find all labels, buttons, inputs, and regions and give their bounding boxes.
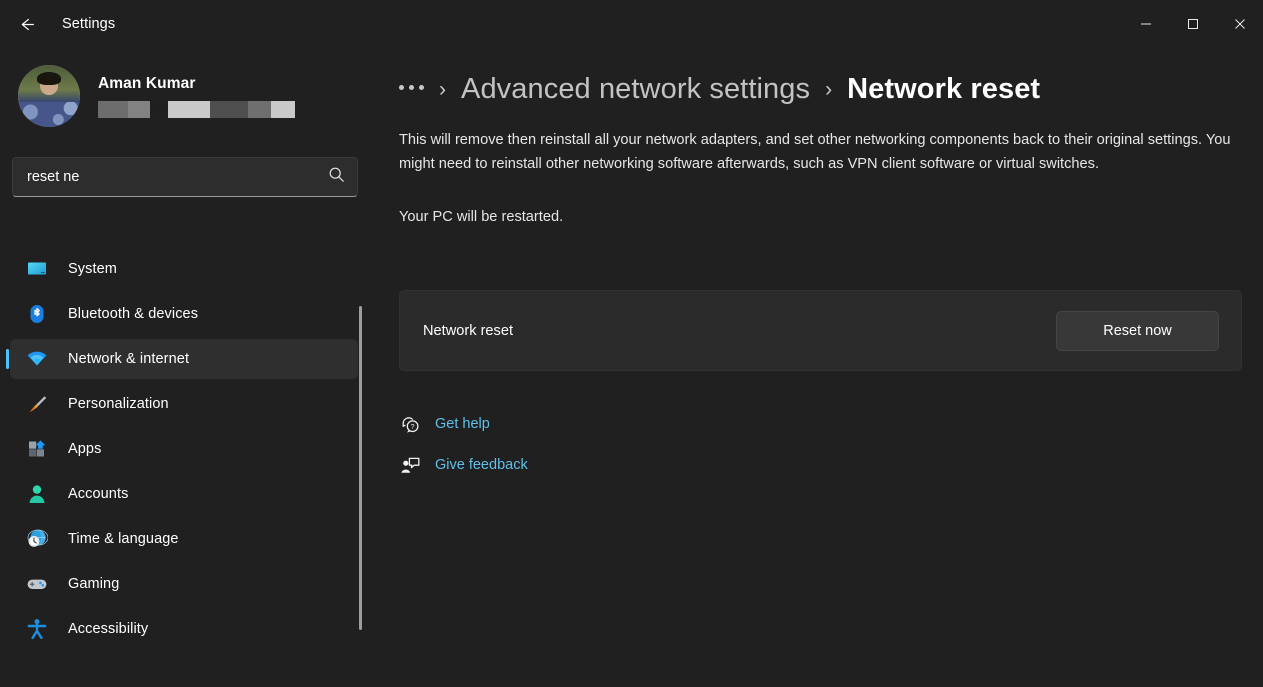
gamepad-icon [24,571,50,597]
title-bar: Settings [0,0,1263,48]
minimize-button[interactable] [1122,0,1169,48]
reset-now-button[interactable]: Reset now [1056,311,1219,351]
window-controls [1122,0,1263,48]
get-help-link[interactable]: ? Get help [397,408,528,440]
svg-text:?: ? [410,424,414,431]
sidebar-item-label: Time & language [68,531,179,547]
sidebar: Aman Kumar [0,48,370,687]
selection-indicator [6,349,9,369]
sidebar-item-label: Personalization [68,396,169,412]
bluetooth-icon [24,301,50,327]
close-button[interactable] [1216,0,1263,48]
user-profile[interactable]: Aman Kumar [18,65,370,127]
accessibility-person-icon [24,616,50,642]
give-feedback-link[interactable]: Give feedback [397,449,528,481]
sidebar-item-label: Accounts [68,486,128,502]
apps-grid-icon [24,436,50,462]
sidebar-item-accessibility[interactable]: Accessibility [10,609,358,649]
sidebar-item-time-language[interactable]: Time & language [10,519,358,559]
sidebar-item-accounts[interactable]: Accounts [10,474,358,514]
page-description: This will remove then reinstall all your… [399,128,1244,176]
sidebar-item-label: Accessibility [68,621,148,637]
search-icon [328,166,345,188]
maximize-icon [1187,18,1199,30]
breadcrumb-overflow-button[interactable] [399,85,424,94]
sidebar-item-apps[interactable]: Apps [10,429,358,469]
sidebar-item-label: Bluetooth & devices [68,306,198,322]
globe-clock-icon [24,526,50,552]
network-reset-card: Network reset Reset now [399,290,1242,371]
breadcrumb-parent-link[interactable]: Advanced network settings [461,73,810,106]
support-links: ? Get help Give feedback [397,408,528,490]
sidebar-item-label: Network & internet [68,351,189,367]
feedback-person-icon [397,452,423,478]
avatar [18,65,80,127]
sidebar-item-personalization[interactable]: Personalization [10,384,358,424]
sidebar-item-label: Gaming [68,576,119,592]
page-title: Network reset [847,73,1040,106]
close-icon [1234,18,1246,30]
help-bubble-icon: ? [397,411,423,437]
card-label: Network reset [423,323,513,339]
sidebar-item-label: System [68,261,117,277]
wifi-icon [24,346,50,372]
profile-name: Aman Kumar [98,75,295,93]
sidebar-nav: System Bluetooth & devices Networ [0,244,370,687]
back-button[interactable] [6,7,48,41]
sidebar-scrollbar[interactable] [359,306,362,630]
breadcrumb: › Advanced network settings › Network re… [399,64,1263,114]
profile-email-redacted [98,101,295,118]
main-content: › Advanced network settings › Network re… [370,48,1263,687]
sidebar-item-network-internet[interactable]: Network & internet [10,339,358,379]
get-help-label: Get help [435,416,490,432]
back-arrow-icon [19,16,36,33]
restart-note: Your PC will be restarted. [399,205,1263,229]
maximize-button[interactable] [1169,0,1216,48]
search-input[interactable] [27,169,328,185]
monitor-icon [24,256,50,282]
sidebar-item-gaming[interactable]: Gaming [10,564,358,604]
person-icon [24,481,50,507]
sidebar-item-system[interactable]: System [10,249,358,289]
sidebar-item-bluetooth-devices[interactable]: Bluetooth & devices [10,294,358,334]
sidebar-item-label: Apps [68,441,101,457]
give-feedback-label: Give feedback [435,457,528,473]
paintbrush-icon [24,391,50,417]
chevron-right-icon: › [825,79,832,100]
minimize-icon [1140,18,1152,30]
app-title: Settings [62,16,115,32]
search-box[interactable] [12,157,358,197]
chevron-right-icon: › [439,79,446,100]
